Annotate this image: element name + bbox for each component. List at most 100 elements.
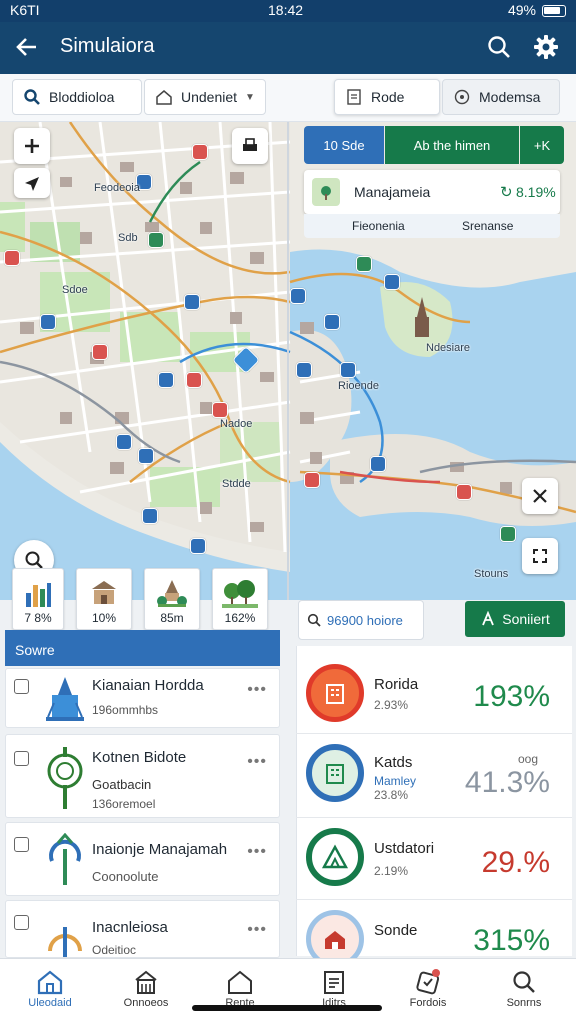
- map-pin[interactable]: [500, 526, 516, 542]
- checkbox[interactable]: [14, 915, 29, 930]
- home-indicator[interactable]: [192, 1005, 382, 1011]
- carrier-label: K6TI: [10, 2, 40, 18]
- stat-tile[interactable]: 7 8%: [12, 568, 64, 630]
- stat-value: 85m: [160, 611, 184, 625]
- map-pin[interactable]: [370, 456, 386, 472]
- search-icon: [25, 551, 43, 569]
- map-pin[interactable]: [4, 250, 20, 266]
- result-name: Rorida: [374, 676, 419, 693]
- list-item[interactable]: Kianaian Hordda 196ommhbs •••: [5, 668, 280, 728]
- map-pin[interactable]: [148, 232, 164, 248]
- district-filter[interactable]: Bloddioloa: [12, 79, 142, 115]
- more-icon[interactable]: •••: [247, 843, 267, 861]
- toggle-view[interactable]: Ab the himen: [385, 126, 519, 164]
- nav-item-buildings[interactable]: Onnoeos: [98, 967, 194, 1009]
- map-pin[interactable]: [158, 372, 174, 388]
- result-row[interactable]: Sonde 315%: [296, 900, 572, 968]
- map-pin[interactable]: [190, 538, 206, 554]
- map-pin[interactable]: [340, 362, 356, 378]
- result-tag: oog: [518, 752, 539, 766]
- tab-modemsa[interactable]: Modemsa: [442, 79, 560, 115]
- stat-tile[interactable]: 10%: [76, 568, 132, 630]
- result-row[interactable]: Katds Mamley 23.8% oog 41.3%: [296, 734, 572, 818]
- result-row[interactable]: Rorida 2.93% 193%: [296, 656, 572, 734]
- list-item-extra: 136oremoel: [92, 797, 156, 811]
- triangle-icon: [306, 828, 364, 886]
- result-percent: 29.%: [481, 846, 550, 879]
- map-pin[interactable]: [40, 314, 56, 330]
- more-icon[interactable]: •••: [247, 681, 267, 699]
- nav-item-fordois[interactable]: Fordois: [380, 967, 476, 1009]
- more-icon[interactable]: •••: [247, 753, 267, 771]
- category-dropdown-label: Undeniet: [181, 89, 238, 105]
- map-pin[interactable]: [186, 372, 202, 388]
- search-icon: [307, 613, 321, 627]
- list-item[interactable]: Inacnleiosa Odeitioc •••: [5, 900, 280, 958]
- map-pin[interactable]: [304, 472, 320, 488]
- right-search-input[interactable]: 96900 hoiore: [298, 600, 424, 640]
- stat-value: 10%: [91, 611, 117, 625]
- gear-icon[interactable]: [532, 33, 560, 61]
- list-item[interactable]: Inaionje Manajamah Coonoolute •••: [5, 822, 280, 896]
- tab-rode[interactable]: Rode: [334, 79, 440, 115]
- checkbox[interactable]: [14, 751, 29, 766]
- checkbox[interactable]: [14, 679, 29, 694]
- search-icon[interactable]: [486, 34, 512, 60]
- plus-icon: [25, 139, 39, 153]
- stat-value: 162%: [224, 611, 256, 625]
- trees-icon: [222, 580, 258, 608]
- info-card-value: 8.19%: [516, 184, 556, 200]
- map-pin[interactable]: [138, 448, 154, 464]
- nav-item-edits[interactable]: Iditrs: [286, 967, 382, 1009]
- map-pin[interactable]: [212, 402, 228, 418]
- map-info-card[interactable]: Manajameia ↻ 8.19%: [304, 170, 560, 214]
- result-row[interactable]: Ustdatori 2.19% 29.%: [296, 818, 572, 900]
- map-pin[interactable]: [184, 294, 200, 310]
- layers-button[interactable]: [232, 128, 268, 164]
- result-name: Ustdatori: [374, 840, 435, 857]
- map-pin[interactable]: [116, 434, 132, 450]
- map-label: Stouns: [474, 568, 509, 580]
- map-pin[interactable]: [296, 362, 312, 378]
- nav-item-rent[interactable]: Rente: [192, 967, 288, 1009]
- sort-button[interactable]: Soniiert: [465, 601, 565, 637]
- list-item[interactable]: Kotnen Bidote Goatbacin 136oremoel •••: [5, 734, 280, 818]
- stat-tile[interactable]: 162%: [212, 568, 268, 630]
- toggle-expand[interactable]: +K: [520, 126, 564, 164]
- map-pin[interactable]: [92, 344, 108, 360]
- close-map-button[interactable]: [522, 478, 558, 514]
- result-percent: 193%: [473, 680, 550, 713]
- compass-icon: [25, 177, 39, 191]
- stat-tile[interactable]: 85m: [144, 568, 200, 630]
- category-dropdown[interactable]: Undeniet ▼: [144, 79, 266, 115]
- zoom-in-button[interactable]: [14, 128, 50, 164]
- map-label: Sdoe: [62, 284, 88, 296]
- result-sub: 2.93%: [374, 698, 409, 712]
- map-pin[interactable]: [456, 484, 472, 500]
- info-card-sub: Fieonenia Srenanse: [304, 214, 560, 238]
- toggle-side[interactable]: 10 Sde: [304, 126, 384, 164]
- map-pin[interactable]: [142, 508, 158, 524]
- checkbox[interactable]: [14, 837, 29, 852]
- page-title: Simulaiora: [60, 35, 155, 57]
- section-header: Sowre: [5, 630, 280, 666]
- back-arrow-icon[interactable]: [14, 34, 40, 60]
- map-pin[interactable]: [192, 144, 208, 160]
- stat-value: 7 8%: [24, 611, 52, 625]
- compass-button[interactable]: [14, 168, 50, 198]
- fullscreen-button[interactable]: [522, 538, 558, 574]
- map-label: Ndesiare: [426, 342, 471, 354]
- search-icon: [24, 89, 40, 105]
- document-icon: [347, 89, 361, 105]
- map-pin[interactable]: [324, 314, 340, 330]
- more-icon[interactable]: •••: [247, 921, 267, 939]
- nav-item-search[interactable]: Sonrns: [476, 967, 572, 1009]
- map-label: Stdde: [222, 478, 251, 490]
- map-pin[interactable]: [290, 288, 306, 304]
- chevron-down-icon: ▼: [245, 91, 255, 103]
- map-pin[interactable]: [356, 256, 372, 272]
- nav-item-home[interactable]: Uleodaid: [2, 967, 98, 1009]
- temple-icon: [46, 677, 84, 721]
- map-pin[interactable]: [384, 274, 400, 290]
- map-label: Feodeoia: [94, 182, 140, 194]
